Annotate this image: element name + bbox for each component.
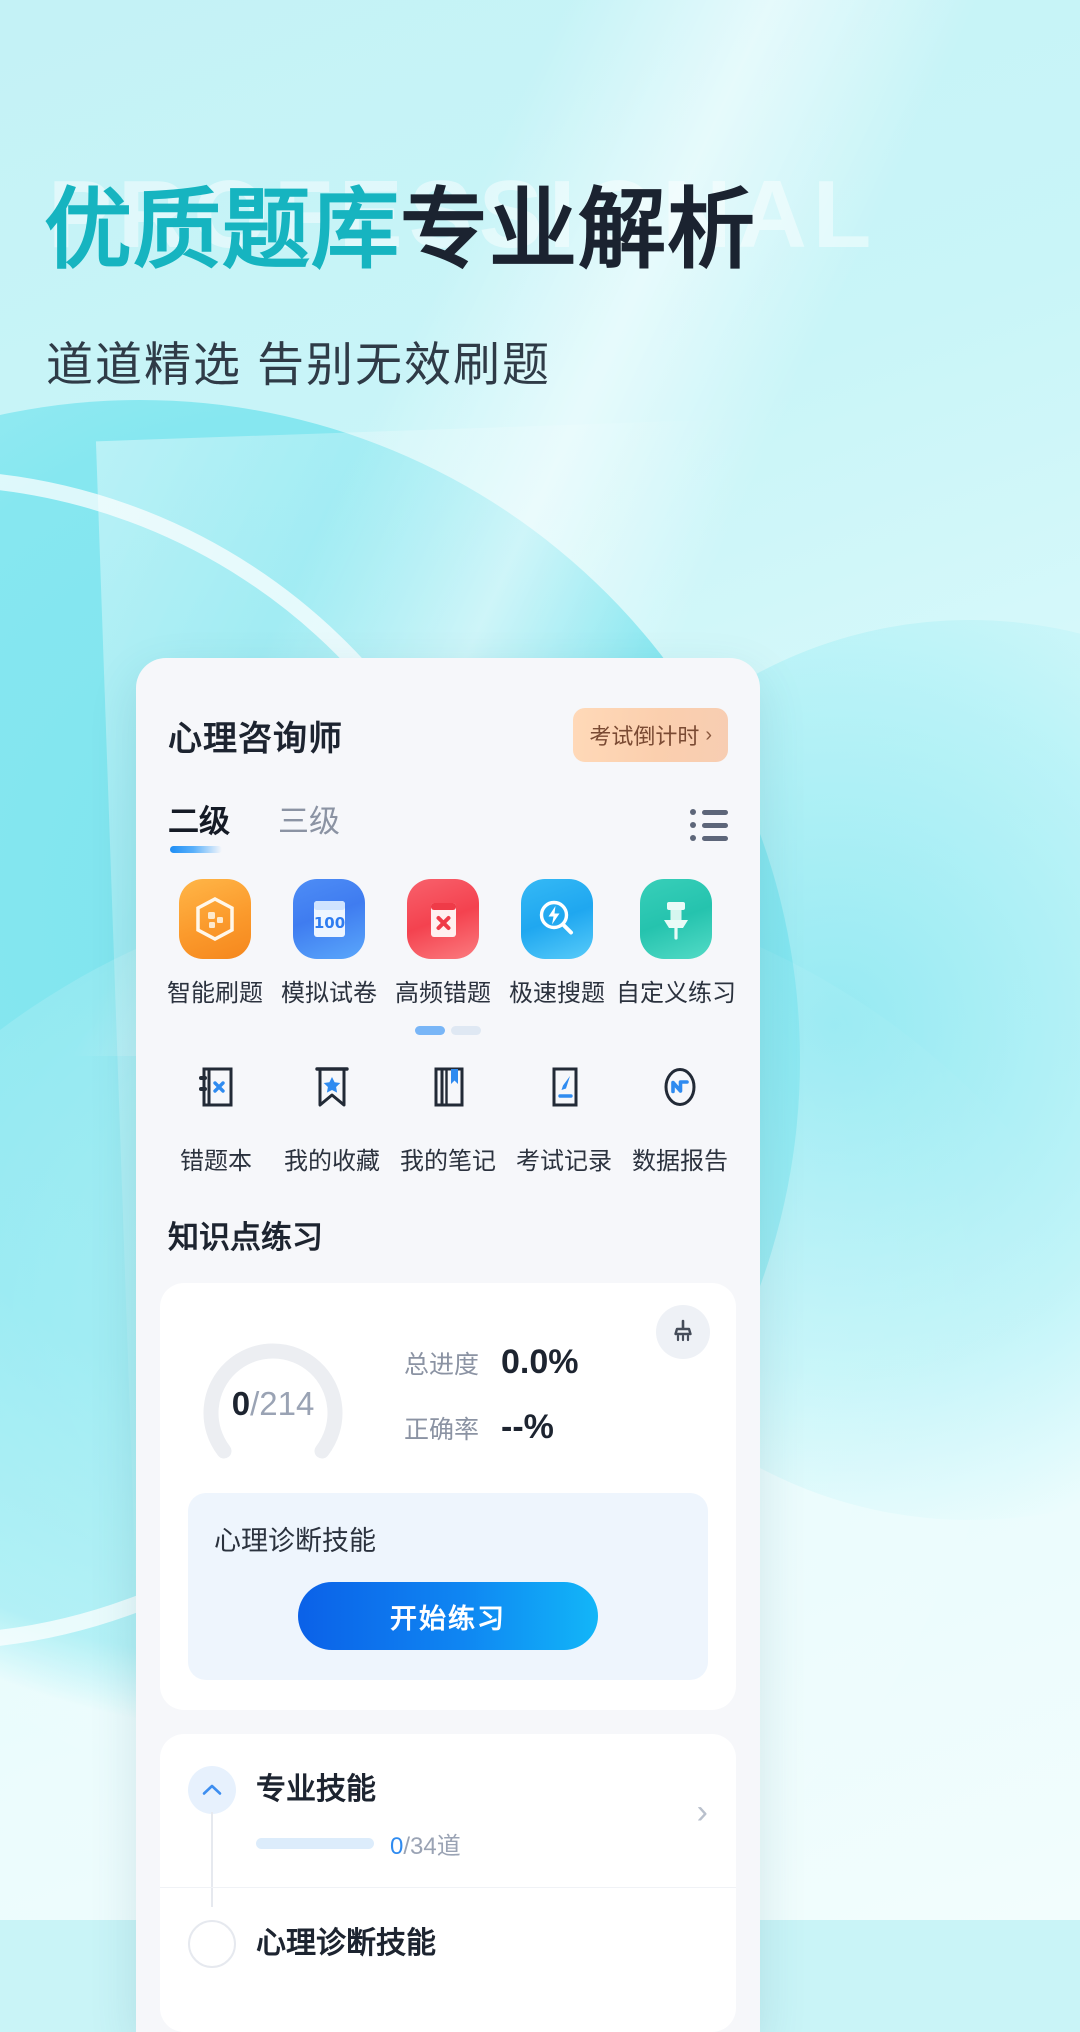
exam-countdown-label: 考试倒计时 [589,724,700,749]
list-view-icon[interactable] [690,809,728,855]
progress-total: 214 [259,1385,315,1422]
chapter-accordion: 专业技能 0/34道 › 心理诊断技能 [160,1734,736,2032]
feature-fast-search[interactable]: 极速搜题 [502,879,612,1008]
feature-label: 我的收藏 [284,1148,380,1175]
feature-label: 智能刷题 [167,980,263,1007]
tab-level-3-label: 三级 [278,804,340,839]
accordion-title: 专业技能 [256,1773,376,1806]
feature-label: 考试记录 [516,1148,612,1175]
accordion-progress-bar [256,1838,374,1849]
hexagon-shield-icon [179,879,251,959]
current-chapter-panel: 心理诊断技能 开始练习 [188,1493,708,1680]
progress-summary: 0/214 总进度 0.0% 正确率 --% [188,1317,708,1467]
chart-circle-icon [644,1047,716,1127]
svg-text:100: 100 [314,914,345,932]
level-tabs: 二级 三级 [168,796,340,855]
progress-stats: 总进度 0.0% 正确率 --% [404,1337,579,1447]
section-title: 知识点练习 [168,1220,323,1255]
pushpin-icon [640,879,712,959]
progress-card: 0/214 总进度 0.0% 正确率 --% 心理诊断技能 开始练习 [160,1283,736,1710]
book-cross-icon [407,879,479,959]
progress-ring: 0/214 [188,1317,358,1467]
level-tabs-row: 二级 三级 [136,762,760,855]
feature-label: 错题本 [180,1148,252,1175]
progress-done: 0 [231,1385,251,1422]
exam-countdown-button[interactable]: 考试倒计时 › [573,708,728,762]
page-title: 优质题库专业解析 [44,186,756,274]
bookmark-star-icon [296,1047,368,1127]
feature-label: 数据报告 [632,1148,728,1175]
pagination-dot [451,1026,481,1035]
headline-accent: 优质题库 [44,178,401,281]
feature-smart-practice[interactable]: 智能刷题 [160,879,270,1008]
feature-label: 极速搜题 [509,980,605,1007]
stat-accuracy: 正确率 --% [404,1408,579,1447]
card-header: 心理咨询师 考试倒计时 › [136,658,760,762]
stat-key: 正确率 [404,1416,480,1444]
paper-100-icon: 100 [293,879,365,959]
feature-label: 我的笔记 [400,1148,496,1175]
app-card: 心理咨询师 考试倒计时 › 二级 三级 智能刷题 100 模拟试卷 高频错题 极… [136,658,760,2032]
chevron-right-icon[interactable]: › [697,1793,708,1832]
feature-mock-exam[interactable]: 100 模拟试卷 [274,879,384,1008]
feature-grid-row-2: 错题本 我的收藏 我的笔记 考试记录 数据报告 [136,1035,760,1176]
stat-key: 总进度 [404,1351,480,1379]
accordion-title: 心理诊断技能 [256,1927,436,1960]
feature-label: 模拟试卷 [281,980,377,1007]
accordion-progress: 0/34道 [256,1826,677,1861]
accordion-count-done: 0 [390,1833,404,1860]
feature-grid-row-1: 智能刷题 100 模拟试卷 高频错题 极速搜题 自定义练习 [136,855,760,1008]
start-practice-button[interactable]: 开始练习 [298,1582,598,1650]
feature-exam-records[interactable]: 考试记录 [508,1047,620,1176]
current-chapter-name: 心理诊断技能 [214,1526,376,1556]
feature-my-notes[interactable]: 我的笔记 [392,1047,504,1176]
feature-data-report[interactable]: 数据报告 [624,1047,736,1176]
magnifier-bolt-icon [521,879,593,959]
chevron-right-icon: › [705,723,712,746]
card-title: 心理咨询师 [168,719,343,758]
stat-value: --% [501,1408,554,1446]
accordion-count-total: /34道 [403,1833,461,1860]
progress-ring-label: 0/214 [188,1385,358,1423]
chevron-down-icon[interactable] [188,1920,236,1968]
tab-level-2[interactable]: 二级 [168,796,230,855]
stat-total-progress: 总进度 0.0% [404,1343,579,1382]
feature-favorites[interactable]: 我的收藏 [276,1047,388,1176]
hero-subtitle: 道道精选 告别无效刷题 [46,338,552,391]
broom-icon[interactable] [656,1305,710,1359]
stat-value: 0.0% [501,1343,579,1381]
accordion-item-diagnosis-skill[interactable]: 心理诊断技能 [160,1887,736,2028]
chevron-up-icon[interactable] [188,1766,236,1814]
progress-separator: / [250,1385,260,1422]
pencil-note-icon [528,1047,600,1127]
feature-wrong-notebook[interactable]: 错题本 [160,1047,272,1176]
feature-pagination[interactable] [136,1026,760,1035]
notebook-cross-icon [180,1047,252,1127]
feature-label: 自定义练习 [616,980,736,1007]
feature-frequent-wrong[interactable]: 高频错题 [388,879,498,1008]
accordion-count: 0/34道 [390,1826,461,1861]
feature-label: 高频错题 [395,980,491,1007]
headline-dark: 专业解析 [400,178,757,281]
tab-level-2-label: 二级 [168,804,230,839]
accordion-item-professional-skill[interactable]: 专业技能 0/34道 › [160,1734,736,1907]
tab-level-3[interactable]: 三级 [278,796,340,855]
pagination-dot-active [415,1026,445,1035]
feature-custom-practice[interactable]: 自定义练习 [616,879,736,1008]
book-mark-icon [412,1047,484,1127]
